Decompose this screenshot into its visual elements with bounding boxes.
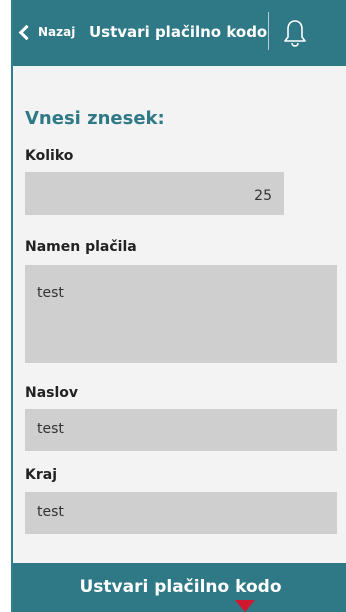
back-label: Nazaj: [38, 25, 76, 39]
city-label: Kraj: [25, 467, 57, 483]
address-value: test: [37, 421, 64, 437]
chevron-left-icon: [18, 24, 35, 40]
city-input[interactable]: test: [25, 492, 337, 534]
header-divider: [268, 12, 269, 50]
pointer-marker-icon: [235, 600, 255, 612]
section-title: Vnesi znesek:: [25, 108, 165, 129]
bell-icon[interactable]: [282, 18, 308, 48]
address-label: Naslov: [25, 385, 79, 401]
top-bar: Nazaj Ustvari plačilno kodo: [13, 0, 346, 66]
app-frame: Nazaj Ustvari plačilno kodo Vnesi znesek…: [11, 0, 346, 612]
back-button[interactable]: Nazaj: [18, 24, 76, 40]
amount-label: Koliko: [25, 148, 74, 164]
address-input[interactable]: test: [25, 409, 337, 451]
purpose-value: test: [37, 285, 64, 301]
purpose-textarea[interactable]: test: [25, 265, 337, 363]
amount-input[interactable]: 25: [25, 172, 284, 215]
city-value: test: [37, 504, 64, 520]
page-title: Ustvari plačilno kodo: [89, 23, 268, 41]
purpose-label: Namen plačila: [25, 239, 137, 255]
create-payment-code-label: Ustvari plačilno kodo: [79, 577, 282, 597]
create-payment-code-button[interactable]: Ustvari plačilno kodo: [13, 563, 346, 612]
amount-value: 25: [254, 188, 272, 204]
